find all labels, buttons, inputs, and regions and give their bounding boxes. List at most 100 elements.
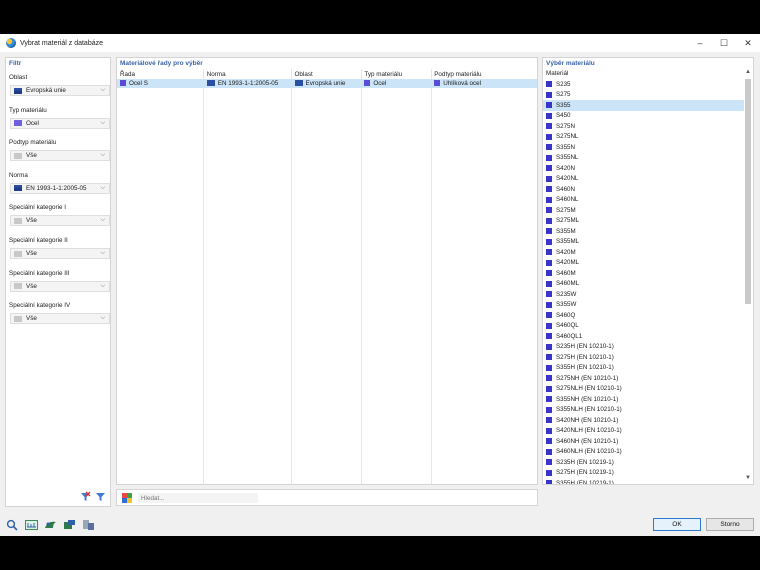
scrollbar[interactable]: ▲ ▼: [744, 69, 752, 483]
scroll-down-icon[interactable]: ▼: [744, 475, 752, 483]
material-list-item[interactable]: S355M: [543, 226, 744, 237]
filter-label: Speciální kategorie IV: [9, 302, 71, 310]
material-color-icon: [546, 417, 552, 424]
column-header-podtyp[interactable]: Podtyp materiálu: [431, 69, 537, 79]
material-list-item[interactable]: S460NLH (EN 10210-1): [543, 447, 744, 458]
material-color-icon: [546, 438, 552, 445]
column-header-oblast[interactable]: Oblast: [292, 69, 362, 79]
properties-icon[interactable]: [81, 518, 95, 531]
filter-dropdown[interactable]: Vše ⌵: [10, 313, 110, 325]
material-series-panel: Materiálové řady pro výběr Řada Norma Ob…: [116, 57, 538, 485]
material-name: S355H (EN 10219-1): [556, 479, 614, 484]
search-bar: [116, 489, 538, 506]
material-list-item[interactable]: S355NH (EN 10210-1): [543, 394, 744, 405]
material-color-icon: [546, 249, 552, 256]
filter-dropdown[interactable]: Vše ⌵: [10, 248, 110, 259]
filter-value: Vše: [26, 282, 37, 290]
bottom-bar: OK Storno: [0, 515, 760, 535]
material-list-item[interactable]: S235H (EN 10219-1): [543, 457, 744, 468]
material-list-item[interactable]: S420N: [543, 163, 744, 174]
material-list-item[interactable]: S450: [543, 111, 744, 122]
color-swatch-icon: [14, 120, 22, 127]
material-list-item[interactable]: S420ML: [543, 258, 744, 269]
eu-flag-icon: [294, 80, 303, 86]
material-list-item[interactable]: S460NH (EN 10210-1): [543, 436, 744, 447]
filter-dropdown[interactable]: Vše ⌵: [10, 150, 110, 162]
chevron-down-icon: ⌵: [100, 282, 105, 289]
material-name: S420ML: [556, 259, 580, 267]
scroll-thumb[interactable]: [745, 79, 751, 304]
maximize-button[interactable]: ☐: [712, 34, 736, 52]
filter-dropdown[interactable]: Vše ⌵: [10, 280, 110, 292]
cell-typ: Ocel: [373, 80, 387, 87]
material-name: S275NH (EN 10210-1): [556, 374, 619, 382]
filter-dropdown[interactable]: Evropská unie ⌵: [10, 85, 110, 96]
material-color-icon: [546, 312, 552, 319]
cancel-button[interactable]: Storno: [706, 518, 754, 531]
color-swatch-icon: [14, 283, 22, 290]
material-list-item[interactable]: S420NH (EN 10210-1): [543, 415, 744, 426]
material-list-item[interactable]: S355ML: [543, 237, 744, 248]
material-list-item[interactable]: S275NL: [543, 132, 744, 143]
color-palette-icon[interactable]: [122, 493, 132, 503]
filter-dropdown[interactable]: Ocel ⌵: [10, 117, 110, 129]
search-icon[interactable]: [5, 518, 19, 531]
material-list-item[interactable]: S235W: [543, 289, 744, 300]
filter-value: EN 1993-1-1:2005-05: [26, 184, 87, 192]
material-list-item[interactable]: S275ML: [543, 216, 744, 227]
filter-icon[interactable]: [94, 490, 106, 502]
chevron-down-icon: ⌵: [100, 87, 105, 93]
filter-value: Vše: [26, 152, 37, 160]
column-header-norma[interactable]: Norma: [204, 69, 292, 79]
material-name: S420NLH (EN 10210-1): [556, 427, 622, 435]
material-list-item[interactable]: S275: [543, 90, 744, 101]
material-list-item[interactable]: S235H (EN 10210-1): [543, 342, 744, 353]
material-list-item[interactable]: S275H (EN 10210-1): [543, 352, 744, 363]
material-list-item[interactable]: S355N: [543, 142, 744, 153]
material-list-item[interactable]: S460Q: [543, 310, 744, 321]
material-list-item[interactable]: S275NLH (EN 10210-1): [543, 384, 744, 395]
material-list-item[interactable]: S275H (EN 10219-1): [543, 468, 744, 479]
material-column-header[interactable]: Materiál: [546, 70, 568, 77]
material-list-item[interactable]: S355H (EN 10219-1): [543, 478, 744, 484]
material-list-item[interactable]: S235: [543, 79, 744, 90]
filter-dropdown[interactable]: EN 1993-1-1:2005-05 ⌵: [10, 182, 110, 194]
library-icon[interactable]: [43, 518, 57, 531]
material-list-item[interactable]: S460QL1: [543, 331, 744, 342]
material-color-icon: [546, 186, 552, 193]
material-list-item[interactable]: S355: [543, 100, 744, 111]
material-name: S355NLH (EN 10210-1): [556, 406, 622, 414]
material-list-item[interactable]: S275N: [543, 121, 744, 132]
material-list-item[interactable]: S355W: [543, 300, 744, 311]
column-header-rada[interactable]: Řada: [117, 69, 204, 79]
scroll-up-icon[interactable]: ▲: [744, 69, 752, 77]
filter-label: Speciální kategorie I: [9, 204, 67, 212]
material-list-item[interactable]: S355NL: [543, 153, 744, 164]
material-list-item[interactable]: S275NH (EN 10210-1): [543, 373, 744, 384]
material-list-item[interactable]: S355H (EN 10210-1): [543, 363, 744, 374]
minimize-button[interactable]: –: [688, 34, 712, 52]
material-list-item[interactable]: S460QL: [543, 321, 744, 332]
material-list-item[interactable]: S460M: [543, 268, 744, 279]
units-icon[interactable]: [24, 518, 38, 531]
material-list-item[interactable]: S420NLH (EN 10210-1): [543, 426, 744, 437]
material-name: S235H (EN 10219-1): [556, 458, 614, 466]
clear-filter-icon[interactable]: [79, 490, 91, 502]
material-list-item[interactable]: S420NL: [543, 174, 744, 185]
search-input[interactable]: [138, 493, 258, 503]
table-row[interactable]: Ocel S EN 1993-1-1:2005-05 Evropská unie…: [117, 79, 537, 88]
material-list-item[interactable]: S275M: [543, 205, 744, 216]
material-list-item[interactable]: S460N: [543, 184, 744, 195]
material-name: S355M: [556, 227, 576, 235]
filter-value: Ocel: [26, 119, 39, 127]
material-list-item[interactable]: S355NLH (EN 10210-1): [543, 405, 744, 416]
filter-dropdown[interactable]: Vše ⌵: [10, 215, 110, 227]
material-list-item[interactable]: S460NL: [543, 195, 744, 206]
close-button[interactable]: ✕: [736, 34, 760, 52]
column-header-typ[interactable]: Typ materiálu: [361, 69, 431, 79]
material-color-icon: [546, 144, 552, 151]
ok-button[interactable]: OK: [653, 518, 701, 531]
material-list-item[interactable]: S460ML: [543, 279, 744, 290]
import-icon[interactable]: [62, 518, 76, 531]
material-list-item[interactable]: S420M: [543, 247, 744, 258]
